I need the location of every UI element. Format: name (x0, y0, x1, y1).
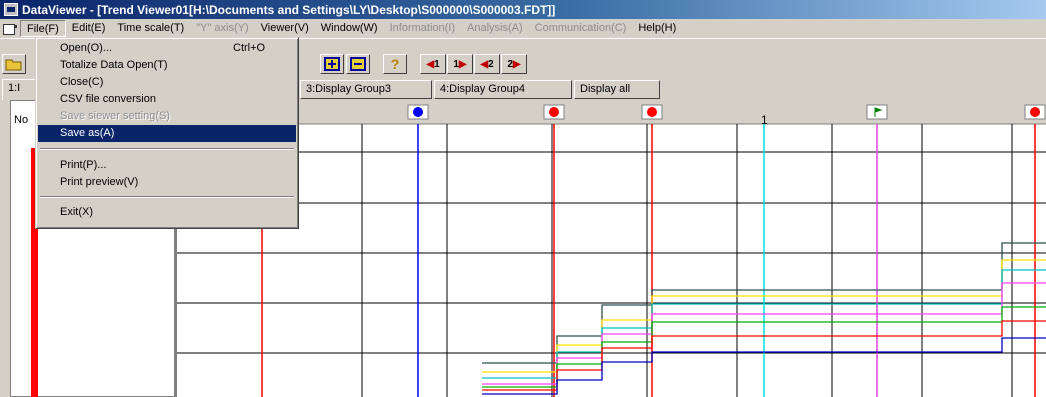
help-button[interactable]: ? (383, 54, 407, 74)
folder-icon (5, 59, 22, 71)
menu-communication[interactable]: Communication(C) (529, 20, 633, 37)
menu-help[interactable]: Help(H) (632, 20, 682, 37)
marker-blue-icon (413, 107, 423, 117)
marker-red-icon (1030, 107, 1040, 117)
chart-header (177, 100, 1046, 124)
menu-save-viewer-setting[interactable]: Save siewer setting(S) (38, 108, 296, 125)
marker-red-icon (549, 107, 559, 117)
cursor1-last-button[interactable]: 1 ▶ (447, 54, 473, 74)
help-icon: ? (390, 56, 400, 72)
tab-display-all[interactable]: Display all (574, 80, 660, 99)
zoom-in-icon (324, 57, 340, 71)
document-icon[interactable] (2, 22, 18, 36)
zoom-out-icon (350, 57, 366, 71)
title-bar: DataViewer - [Trend Viewer01[H:\Document… (0, 0, 1046, 19)
cursor1-label: 1 (434, 58, 440, 70)
window-title: DataViewer - [Trend Viewer01[H:\Document… (22, 2, 556, 17)
tab-group3[interactable]: 3:Display Group3 (300, 80, 432, 99)
menu-file[interactable]: File(F) (20, 20, 66, 37)
skip-right-icon-2: ▶ (512, 58, 521, 70)
app-icon (4, 3, 18, 16)
trend-plot (177, 100, 1046, 397)
menu-open-label: Open(O)... (60, 42, 112, 54)
menu-edit[interactable]: Edit(E) (66, 20, 112, 37)
cursor1-first-button[interactable]: ◀ 1 (420, 54, 446, 74)
cursor2-first-button[interactable]: ◀ 2 (474, 54, 500, 74)
menu-open[interactable]: Open(O)... Ctrl+O (38, 40, 296, 57)
zoom-out-button[interactable] (346, 54, 370, 74)
menu-csv-conversion[interactable]: CSV file conversion (38, 91, 296, 108)
menu-bar: File(F) Edit(E) Time scale(T) "Y" axis(Y… (0, 19, 1046, 38)
menu-save-as[interactable]: Save as(A) (38, 125, 296, 142)
skip-left-icon-2: ◀ (480, 58, 489, 70)
menu-time-scale[interactable]: Time scale(T) (111, 20, 190, 37)
menu-information[interactable]: Information(I) (384, 20, 461, 37)
tab-group4[interactable]: 4:Display Group4 (434, 80, 572, 99)
cursor2-last-button[interactable]: 2 ▶ (501, 54, 527, 74)
open-folder-button[interactable] (2, 54, 26, 74)
menu-totalize-open[interactable]: Totalize Data Open(T) (38, 57, 296, 74)
marker-number-label: 1 (761, 113, 768, 127)
menu-print-preview[interactable]: Print preview(V) (38, 174, 296, 191)
file-menu-dropdown: Open(O)... Ctrl+O Totalize Data Open(T) … (35, 37, 299, 229)
menu-exit[interactable]: Exit(X) (38, 204, 296, 221)
tab-group1[interactable]: 1:I (2, 79, 36, 100)
menu-window[interactable]: Window(W) (315, 20, 384, 37)
menu-open-shortcut: Ctrl+O (233, 42, 266, 54)
menu-viewer[interactable]: Viewer(V) (255, 20, 315, 37)
flag-marker-box (866, 104, 888, 120)
menu-y-axis[interactable]: "Y" axis(Y) (190, 20, 254, 37)
menu-close[interactable]: Close(C) (38, 74, 296, 91)
app-window: DataViewer - [Trend Viewer01[H:\Document… (0, 0, 1046, 397)
channel-panel-label: No (14, 114, 29, 126)
skip-left-icon: ◀ (426, 58, 435, 70)
zoom-in-button[interactable] (320, 54, 344, 74)
cursor2-label: 2 (488, 58, 494, 70)
trend-chart[interactable]: 1 (175, 100, 1046, 397)
menu-print[interactable]: Print(P)... (38, 157, 296, 174)
menu-separator (40, 148, 294, 150)
menu-analysis[interactable]: Analysis(A) (461, 20, 529, 37)
marker-red-icon (647, 107, 657, 117)
skip-right-icon: ▶ (458, 58, 467, 70)
menu-separator (40, 196, 294, 198)
